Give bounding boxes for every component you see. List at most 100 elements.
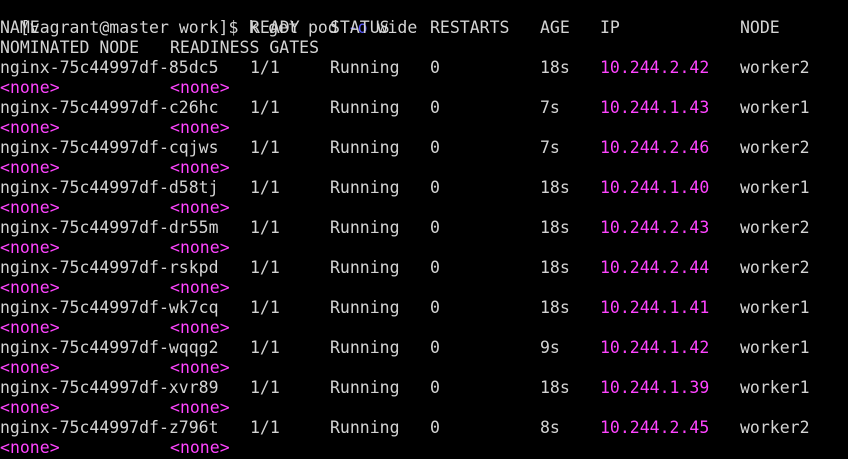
pod-ip: 10.244.2.45	[600, 418, 710, 437]
pod-node: worker2	[740, 218, 810, 237]
none-value: none	[179, 398, 220, 417]
pod-age: 8s	[540, 418, 560, 437]
pod-ip: 10.244.2.44	[600, 258, 710, 277]
pod-status: Running	[330, 138, 400, 157]
header-node: NODE	[740, 18, 780, 37]
pod-readiness-gates: <none>	[170, 238, 230, 257]
pod-name: nginx-75c44997df-xvr89	[0, 378, 219, 397]
pod-nominated-node: <none>	[0, 158, 60, 177]
pod-name: nginx-75c44997df-85dc5	[0, 58, 219, 77]
pod-age: 18s	[540, 378, 570, 397]
none-value: none	[9, 78, 50, 97]
none-value: none	[9, 158, 50, 177]
table-row: nginx-75c44997df-wqqg2 1/1 Running 0 9s 10.24…	[0, 338, 848, 358]
none-value: none	[9, 358, 50, 377]
pod-nominated-node: <none>	[0, 398, 60, 417]
pod-ready: 1/1	[250, 178, 280, 197]
header-restarts: RESTARTS	[430, 18, 510, 37]
none-value: none	[9, 318, 50, 337]
none-value: none	[179, 438, 220, 457]
terminal-window[interactable]: { "prompt": { "text": "[vagrant@master w…	[0, 0, 848, 459]
pod-ip: 10.244.2.46	[600, 138, 710, 157]
pod-age: 9s	[540, 338, 560, 357]
pod-restarts: 0	[430, 98, 440, 117]
pod-status: Running	[330, 58, 400, 77]
pod-status: Running	[330, 258, 400, 277]
pod-restarts: 0	[430, 298, 440, 317]
table-row: nginx-75c44997df-wk7cq 1/1 Running 0 18s 10.2…	[0, 298, 848, 318]
pod-node: worker2	[740, 258, 810, 277]
table-row: nginx-75c44997df-rskpd 1/1 Running 0 18s 10.2…	[0, 258, 848, 278]
none-value: none	[9, 438, 50, 457]
header-name: NAME	[0, 18, 40, 37]
pod-status: Running	[330, 178, 400, 197]
pod-restarts: 0	[430, 58, 440, 77]
pod-ip: 10.244.1.43	[600, 98, 710, 117]
none-value: none	[9, 118, 50, 137]
pod-ready: 1/1	[250, 138, 280, 157]
pod-node: worker2	[740, 58, 810, 77]
table-header-row-wrapped: NOMINATED NODE READINESS GATES	[0, 38, 848, 58]
table-row: nginx-75c44997df-d58tj 1/1 Running 0 18s 10.2…	[0, 178, 848, 198]
table-row: nginx-75c44997df-xvr89 1/1 Running 0 18s 10.2…	[0, 378, 848, 398]
pod-name: nginx-75c44997df-wk7cq	[0, 298, 219, 317]
pod-status: Running	[330, 338, 400, 357]
pod-ready: 1/1	[250, 218, 280, 237]
none-value: none	[179, 118, 220, 137]
pod-name: nginx-75c44997df-wqqg2	[0, 338, 219, 357]
none-value: none	[179, 78, 220, 97]
pod-name: nginx-75c44997df-dr55m	[0, 218, 219, 237]
pod-readiness-gates: <none>	[170, 438, 230, 457]
pod-node: worker2	[740, 138, 810, 157]
none-value: none	[9, 278, 50, 297]
pod-node: worker1	[740, 178, 810, 197]
header-status: STATUS	[330, 18, 390, 37]
none-value: none	[9, 238, 50, 257]
pod-readiness-gates: <none>	[170, 278, 230, 297]
pod-ready: 1/1	[250, 58, 280, 77]
pod-readiness-gates: <none>	[170, 398, 230, 417]
header-nominated-node: NOMINATED NODE	[0, 38, 140, 57]
pod-ip: 10.244.2.43	[600, 218, 710, 237]
table-row-wrapped: <none> <none>	[0, 118, 848, 138]
none-value: none	[179, 238, 220, 257]
pod-restarts: 0	[430, 338, 440, 357]
none-value: none	[9, 398, 50, 417]
pod-ip: 10.244.1.42	[600, 338, 710, 357]
pod-node: worker1	[740, 378, 810, 397]
pod-nominated-node: <none>	[0, 358, 60, 377]
pod-age: 18s	[540, 178, 570, 197]
pod-nominated-node: <none>	[0, 238, 60, 257]
pod-age: 18s	[540, 298, 570, 317]
prompt-line: [vagrant@master work]$ k get pod -o wide	[0, 0, 417, 37]
pod-ip: 10.244.2.42	[600, 58, 710, 77]
pod-status: Running	[330, 218, 400, 237]
pod-restarts: 0	[430, 258, 440, 277]
pod-readiness-gates: <none>	[170, 318, 230, 337]
table-row-wrapped: <none> <none>	[0, 398, 848, 418]
pod-node: worker1	[740, 98, 810, 117]
pod-ready: 1/1	[250, 258, 280, 277]
pod-age: 7s	[540, 98, 560, 117]
pod-ready: 1/1	[250, 98, 280, 117]
pod-nominated-node: <none>	[0, 318, 60, 337]
table-row-wrapped: <none> <none>	[0, 278, 848, 298]
pod-restarts: 0	[430, 218, 440, 237]
pod-age: 18s	[540, 258, 570, 277]
pod-restarts: 0	[430, 178, 440, 197]
pod-ip: 10.244.1.40	[600, 178, 710, 197]
none-value: none	[179, 158, 220, 177]
pod-ready: 1/1	[250, 338, 280, 357]
pod-nominated-node: <none>	[0, 198, 60, 217]
pod-name: nginx-75c44997df-rskpd	[0, 258, 219, 277]
header-age: AGE	[540, 18, 570, 37]
pod-nominated-node: <none>	[0, 118, 60, 137]
pod-nominated-node: <none>	[0, 278, 60, 297]
pod-ready: 1/1	[250, 378, 280, 397]
header-readiness-gates: READINESS GATES	[170, 38, 320, 57]
pod-age: 18s	[540, 218, 570, 237]
table-row-wrapped: <none> <none>	[0, 358, 848, 378]
pod-node: worker1	[740, 298, 810, 317]
table-row-wrapped: <none> <none>	[0, 238, 848, 258]
pod-name: nginx-75c44997df-z796t	[0, 418, 219, 437]
